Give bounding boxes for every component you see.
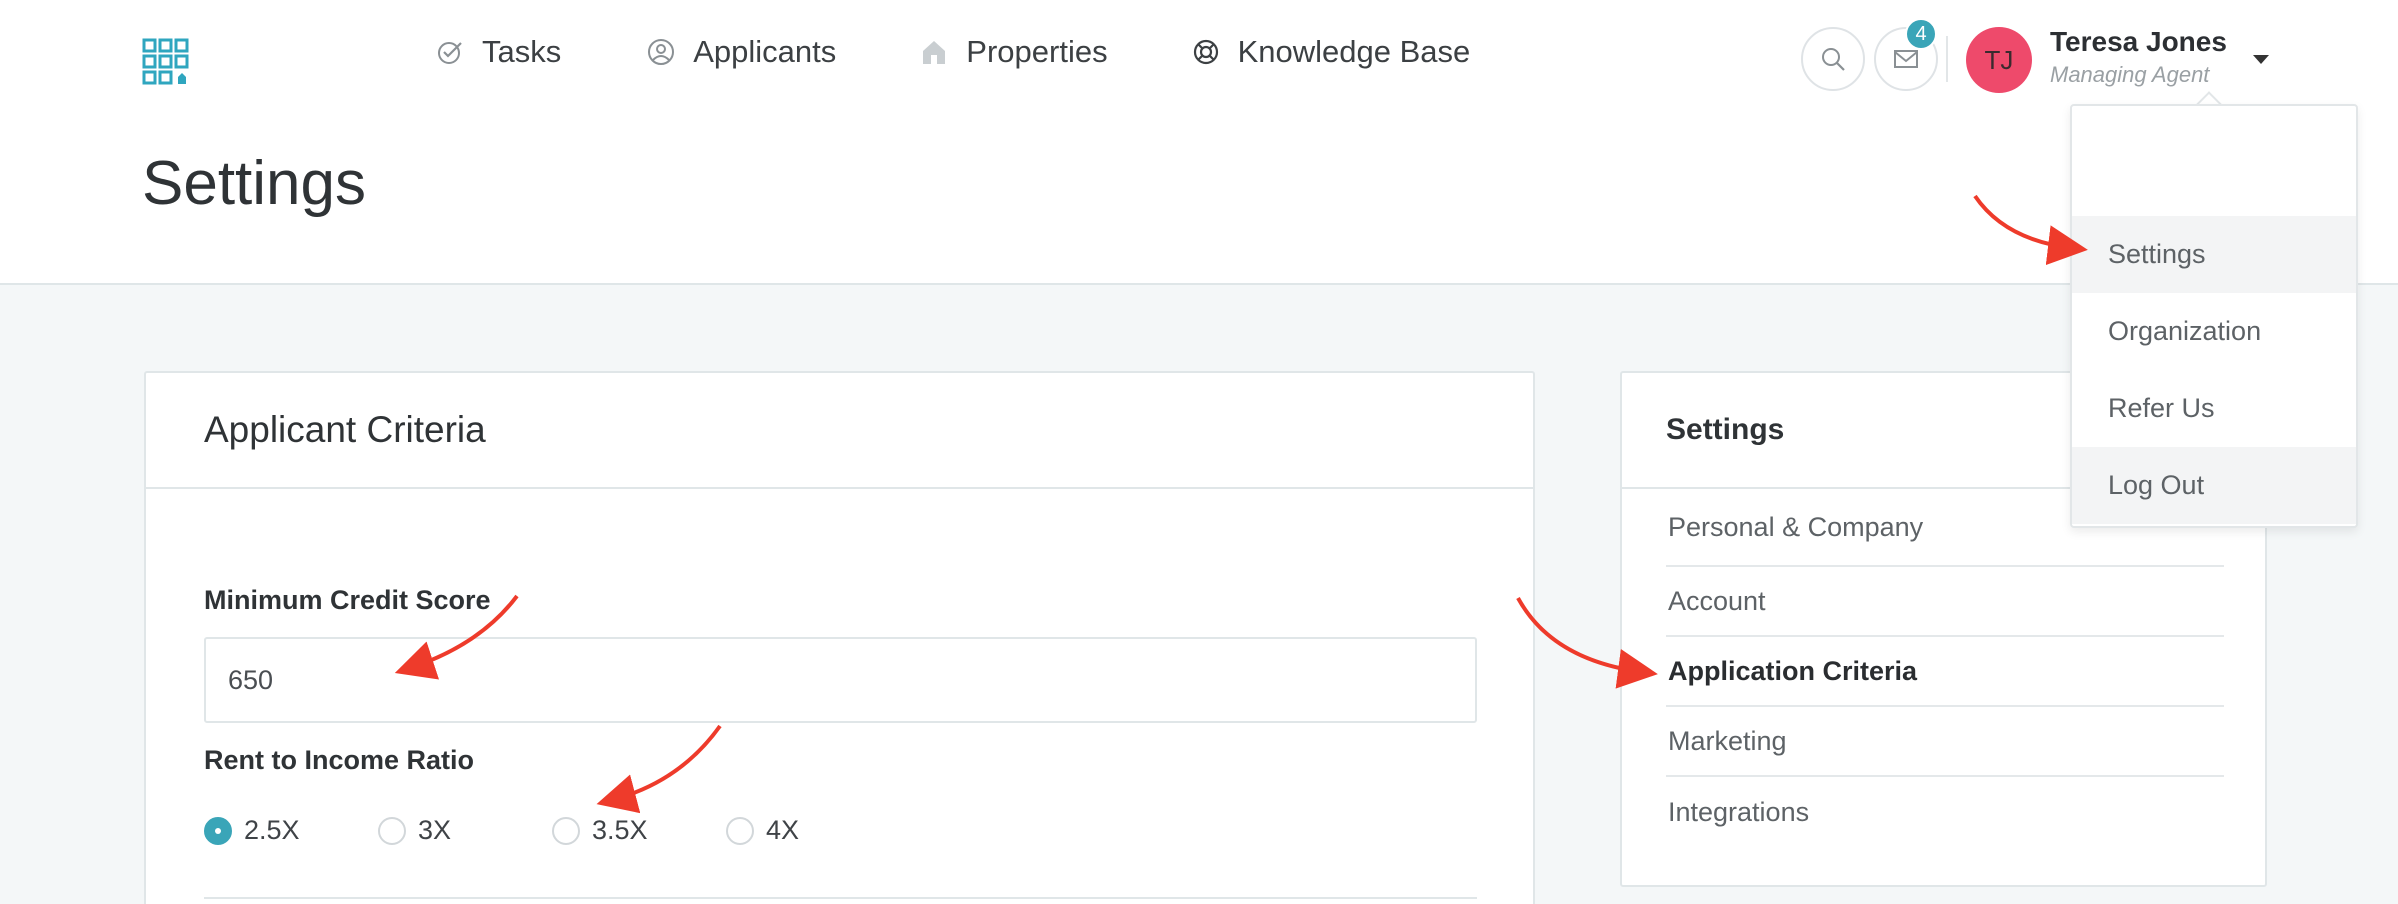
section-divider — [204, 897, 1477, 899]
nav-item-applicants[interactable]: Applicants — [647, 34, 836, 70]
radio-checked-icon — [204, 816, 232, 845]
user-circle-icon — [648, 39, 675, 65]
check-circle-icon — [438, 42, 462, 64]
nav-item-label: Knowledge Base — [1237, 34, 1471, 69]
user-role: Managing Agent — [2050, 62, 2210, 87]
rent-income-ratio-label: Rent to Income Ratio — [204, 745, 475, 775]
ratio-option-2-5x[interactable]: 2.5X — [204, 815, 378, 846]
credit-score-input[interactable] — [204, 637, 1477, 723]
house-icon — [923, 41, 946, 64]
ratio-radio-group: 2.5X 3X 3.5X 4X — [204, 815, 900, 846]
header-divider — [1946, 36, 1948, 82]
credit-score-label: Minimum Credit Score — [204, 585, 491, 615]
ratio-option-3x[interactable]: 3X — [378, 815, 552, 846]
main-nav: Tasks Applicants Properties Knowledge Ba… — [436, 34, 1554, 70]
app-logo-icon[interactable] — [142, 38, 190, 86]
settings-nav-marketing[interactable]: Marketing — [1666, 707, 2224, 777]
radio-unchecked-icon — [726, 816, 754, 845]
radio-unchecked-icon — [378, 816, 406, 845]
card-title: Applicant Criteria — [204, 409, 486, 450]
notification-badge: 4 — [1905, 18, 1937, 50]
search-button[interactable] — [1801, 27, 1865, 91]
radio-label: 3.5X — [592, 815, 648, 845]
nav-item-label: Tasks — [482, 34, 562, 69]
nav-item-label: Applicants — [693, 34, 837, 69]
nav-item-knowledge-base[interactable]: Knowledge Base — [1192, 34, 1471, 70]
nav-item-properties[interactable]: Properties — [920, 34, 1108, 70]
top-header: Tasks Applicants Properties Knowledge Ba… — [0, 0, 2398, 285]
card-header: Applicant Criteria — [146, 373, 1533, 489]
menu-item-settings[interactable]: Settings — [2072, 216, 2356, 293]
radio-unchecked-icon — [552, 816, 580, 845]
user-menu-dropdown: Settings Organization Refer Us Log Out — [2070, 104, 2358, 528]
settings-nav-application-criteria[interactable]: Application Criteria — [1666, 637, 2224, 707]
chevron-down-icon[interactable] — [2253, 55, 2269, 64]
card-title: Settings — [1666, 413, 1785, 446]
menu-item-refer-us[interactable]: Refer Us — [2072, 370, 2356, 447]
radio-label: 4X — [766, 815, 800, 845]
ratio-option-3-5x[interactable]: 3.5X — [552, 815, 726, 846]
settings-nav-integrations[interactable]: Integrations — [1666, 777, 2224, 847]
applicant-criteria-card: Applicant Criteria Minimum Credit Score … — [144, 371, 1535, 904]
menu-item-log-out[interactable]: Log Out — [2072, 447, 2356, 524]
page-title: Settings — [142, 149, 367, 218]
search-icon — [1822, 48, 1845, 71]
settings-nav-account[interactable]: Account — [1666, 567, 2224, 637]
avatar[interactable]: TJ — [1966, 27, 2032, 93]
ratio-option-4x[interactable]: 4X — [726, 815, 900, 846]
user-name[interactable]: Teresa Jones — [2050, 26, 2227, 58]
settings-nav-list: Personal & Company Account Application C… — [1666, 489, 2224, 847]
nav-item-label: Properties — [966, 34, 1108, 69]
menu-item-organization[interactable]: Organization — [2072, 293, 2356, 370]
radio-label: 3X — [418, 815, 452, 845]
nav-item-tasks[interactable]: Tasks — [436, 34, 561, 70]
radio-label: 2.5X — [244, 815, 300, 845]
lifebuoy-icon — [1193, 39, 1218, 65]
